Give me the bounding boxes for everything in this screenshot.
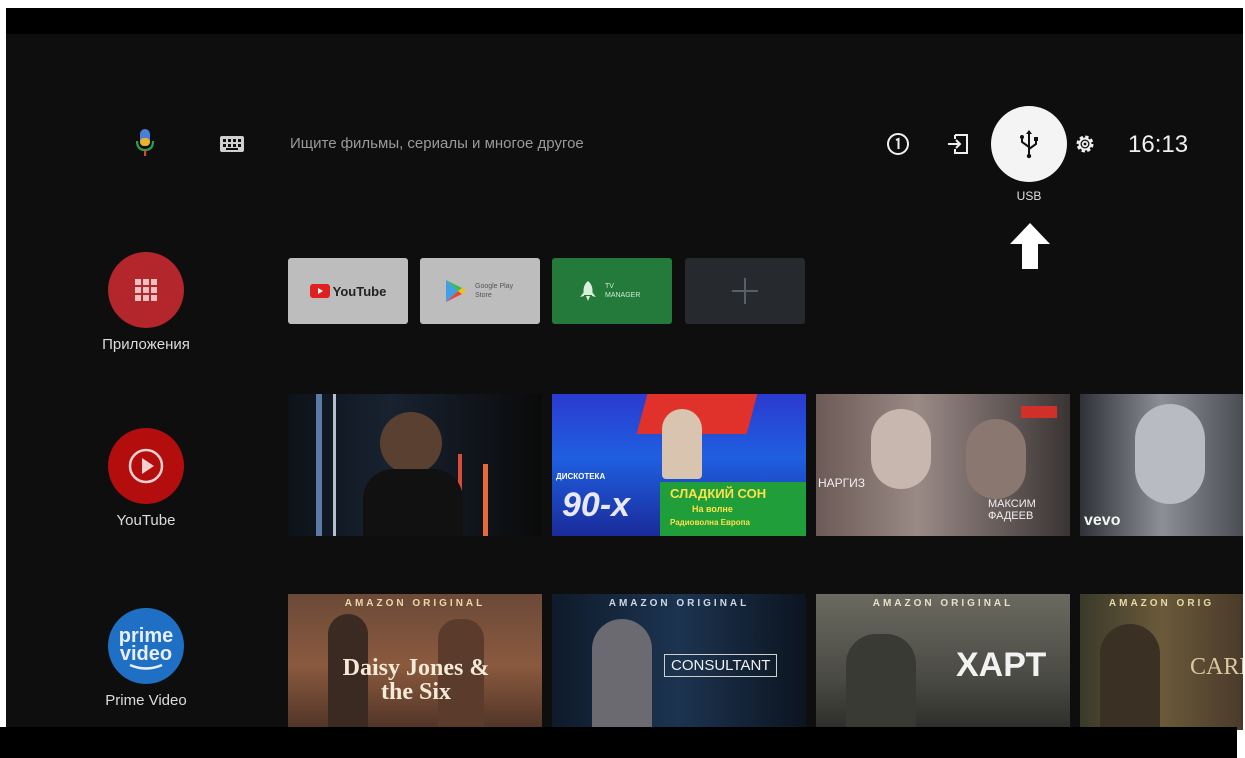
youtube-video-4[interactable]: vevo bbox=[1080, 394, 1243, 536]
tile-title: Daisy Jones & the Six bbox=[342, 655, 490, 705]
play-store-icon bbox=[446, 280, 466, 302]
pointer-arrow bbox=[1010, 223, 1050, 269]
light-stripe bbox=[483, 464, 488, 536]
mic-icon[interactable] bbox=[134, 128, 156, 158]
tile-line2: На волне bbox=[692, 504, 733, 514]
youtube-video-3[interactable]: НАРГИЗ МАКСИМ ФАДЕЕВ bbox=[816, 394, 1070, 536]
person-body bbox=[363, 469, 463, 536]
tile-title: CARN bbox=[1190, 654, 1243, 680]
prime-title-2[interactable]: AMAZON ORIGINAL CONSULTANT bbox=[552, 594, 806, 730]
vevo-logo: vevo bbox=[1084, 512, 1121, 529]
prime-title-4[interactable]: AMAZON ORIG CARN bbox=[1080, 594, 1243, 730]
tile-line3: Радиоволна Европа bbox=[670, 518, 750, 527]
apps-icon bbox=[108, 252, 184, 328]
figure bbox=[846, 634, 916, 730]
tile-title: ХАРТ bbox=[956, 646, 1047, 684]
tile-title: CONSULTANT bbox=[664, 654, 778, 677]
fav-tv-manager[interactable]: TV MANAGER bbox=[552, 258, 672, 324]
rail-item-prime-video[interactable]: prime video Prime Video bbox=[86, 608, 206, 709]
svg-text:video: video bbox=[120, 643, 172, 665]
figure bbox=[592, 619, 652, 730]
prime-video-icon: prime video bbox=[108, 608, 184, 684]
prime-title-3[interactable]: AMAZON ORIGINAL ХАРТ bbox=[816, 594, 1070, 730]
letterbox-top bbox=[6, 8, 1243, 34]
input-icon[interactable] bbox=[946, 132, 970, 156]
info-icon[interactable] bbox=[886, 132, 910, 156]
light-stripe bbox=[333, 394, 336, 536]
person-face bbox=[871, 409, 931, 489]
tv-home-screen: Ищите фильмы, сериалы и многое другое US… bbox=[6, 8, 1243, 730]
tile-badge: AMAZON ORIGINAL bbox=[608, 598, 750, 609]
letterbox-bottom bbox=[0, 727, 1237, 758]
youtube-logo-icon bbox=[309, 284, 330, 298]
tile-badge: AMAZON ORIGINAL bbox=[344, 598, 486, 609]
tile-badge: AMAZON ORIGINAL bbox=[872, 598, 1014, 609]
keyboard-icon[interactable] bbox=[220, 136, 244, 152]
tile-title-2: МАКСИМ ФАДЕЕВ bbox=[988, 498, 1036, 522]
person-face bbox=[1135, 404, 1205, 504]
tile-badge: AMAZON ORIG bbox=[1108, 598, 1215, 609]
person-face bbox=[966, 419, 1026, 499]
rail-item-youtube[interactable]: YouTube bbox=[86, 428, 206, 529]
tile-badge: ДИСКОТЕКА bbox=[556, 472, 606, 481]
search-input[interactable]: Ищите фильмы, сериалы и многое другое bbox=[290, 135, 584, 152]
light-stripe bbox=[316, 394, 322, 536]
tile-title: СЛАДКИЙ СОН bbox=[670, 486, 767, 501]
usb-icon bbox=[1020, 130, 1038, 159]
rail-label-apps: Приложения bbox=[102, 336, 190, 353]
fav-label-tv-manager: TV MANAGER bbox=[605, 283, 641, 299]
rail-label-prime-video: Prime Video bbox=[105, 692, 187, 709]
youtube-video-2[interactable]: ДИСКОТЕКА 90-х СЛАДКИЙ СОН На волне Ради… bbox=[552, 394, 806, 536]
person-head bbox=[380, 412, 442, 474]
rail-label-youtube: YouTube bbox=[116, 512, 176, 529]
usb-button[interactable] bbox=[991, 106, 1067, 182]
tile-title: НАРГИЗ bbox=[818, 476, 866, 490]
fav-google-play[interactable]: Google Play Store bbox=[420, 258, 540, 324]
prime-title-1[interactable]: AMAZON ORIGINAL Daisy Jones & the Six bbox=[288, 594, 542, 730]
usb-label: USB bbox=[1016, 189, 1042, 203]
channel-badge bbox=[1021, 406, 1057, 418]
add-favorite-button[interactable] bbox=[685, 258, 805, 324]
fav-youtube[interactable]: YouTube bbox=[288, 258, 408, 324]
clock: 16:13 bbox=[1128, 131, 1189, 158]
fav-label-youtube: YouTube bbox=[332, 283, 387, 299]
rail-item-apps[interactable]: Приложения bbox=[86, 252, 206, 353]
youtube-icon bbox=[108, 428, 184, 504]
figure bbox=[1100, 624, 1160, 730]
tile-number: 90-х bbox=[562, 486, 631, 524]
gear-icon[interactable] bbox=[1073, 132, 1097, 156]
fav-label-google-play: Google Play Store bbox=[475, 283, 514, 299]
plus-icon bbox=[732, 278, 758, 304]
rocket-icon bbox=[580, 281, 596, 301]
singer-figure bbox=[662, 409, 702, 479]
youtube-video-1[interactable] bbox=[288, 394, 542, 536]
